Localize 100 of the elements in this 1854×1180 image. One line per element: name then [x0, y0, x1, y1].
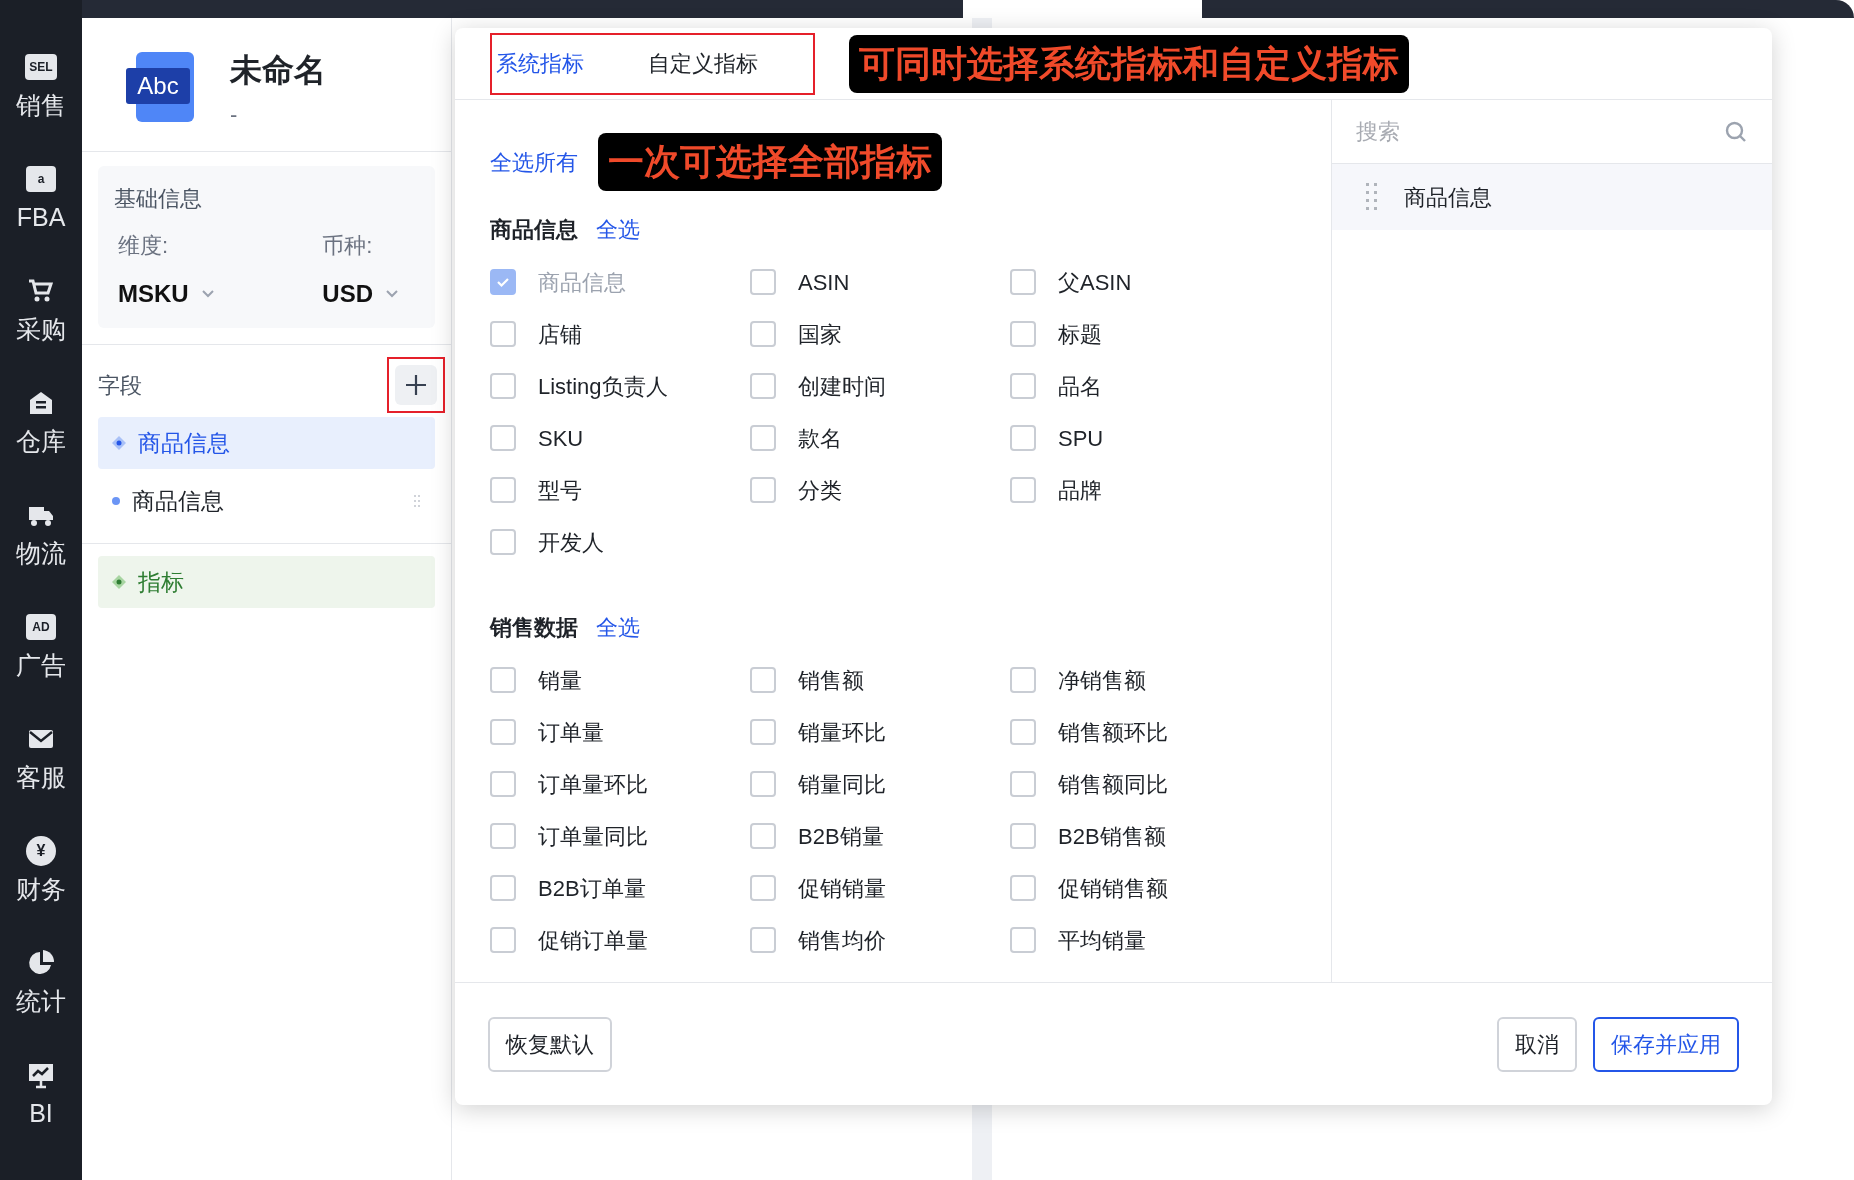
checkbox[interactable]	[750, 425, 776, 451]
checkbox[interactable]	[490, 719, 516, 745]
report-subtitle: -	[230, 101, 239, 129]
diamond-icon	[112, 575, 126, 589]
checkbox[interactable]	[750, 875, 776, 901]
drag-handle-icon[interactable]	[1366, 183, 1378, 211]
checkbox[interactable]	[1010, 269, 1036, 295]
checkbox[interactable]	[490, 425, 516, 451]
sidebar-item[interactable]: BI	[0, 1058, 82, 1144]
checkbox[interactable]	[490, 667, 516, 693]
checkbox[interactable]	[490, 823, 516, 849]
dot-icon	[112, 497, 120, 505]
option-label: 销售额同比	[1058, 770, 1168, 799]
checkbox[interactable]	[750, 719, 776, 745]
option-label: 促销销量	[798, 874, 886, 903]
metrics-item[interactable]: 指标	[98, 556, 435, 608]
sidebar-item[interactable]: 物流	[0, 498, 82, 584]
checkbox[interactable]	[490, 477, 516, 503]
checkbox[interactable]	[490, 373, 516, 399]
chevron-down-icon	[385, 289, 399, 299]
option-label: Listing负责人	[538, 372, 668, 401]
option-label: SPU	[1058, 424, 1104, 453]
checkbox[interactable]	[1010, 477, 1036, 503]
select-all-link[interactable]: 全选所有	[490, 145, 578, 179]
option-label: 订单量	[538, 718, 604, 747]
option-label: 开发人	[538, 528, 604, 557]
cancel-button[interactable]: 取消	[1497, 1016, 1577, 1072]
sidebar-item[interactable]: 客服	[0, 722, 82, 808]
checkbox[interactable]	[750, 823, 776, 849]
checkbox[interactable]	[1010, 927, 1036, 953]
checkbox[interactable]	[750, 927, 776, 953]
save-apply-button[interactable]: 保存并应用	[1593, 1016, 1739, 1072]
checkbox[interactable]	[1010, 373, 1036, 399]
group-title: 销售数据	[490, 613, 578, 642]
option-label: 平均销量	[1058, 926, 1146, 955]
checkbox[interactable]	[1010, 771, 1036, 797]
checkbox[interactable]	[490, 321, 516, 347]
tab[interactable]: 系统指标	[496, 47, 584, 80]
option-label: 国家	[798, 320, 842, 349]
checkbox[interactable]	[750, 373, 776, 399]
checkbox[interactable]	[490, 875, 516, 901]
option-label: 型号	[538, 476, 582, 505]
field-item[interactable]: 商品信息	[98, 475, 435, 527]
plus-icon	[404, 373, 428, 397]
field-item[interactable]: 商品信息	[98, 417, 435, 469]
sidebar-item[interactable]: 统计	[0, 946, 82, 1032]
select-all-link[interactable]: 全选	[596, 610, 640, 644]
report-title: 未命名	[230, 51, 326, 90]
option-label: 促销销售额	[1058, 874, 1168, 903]
option-label: 销售额环比	[1058, 718, 1168, 747]
option-label: 父ASIN	[1058, 268, 1132, 297]
dropdown[interactable]: MSKU	[118, 276, 215, 312]
checkbox[interactable]	[1010, 823, 1036, 849]
option-label: 创建时间	[798, 372, 886, 401]
option-label: 净销售额	[1058, 666, 1146, 695]
drag-handle-icon[interactable]	[413, 494, 421, 508]
add-button[interactable]	[395, 365, 437, 405]
sidebar-item[interactable]: 采购	[0, 274, 82, 360]
checkbox[interactable]	[1010, 321, 1036, 347]
checkbox[interactable]	[490, 771, 516, 797]
checkbox[interactable]	[490, 927, 516, 953]
dropdown[interactable]: USD	[322, 276, 399, 312]
select-all-link[interactable]: 全选	[596, 212, 640, 246]
option-label: 分类	[798, 476, 842, 505]
checkbox[interactable]	[750, 477, 776, 503]
group-title: 商品信息	[490, 215, 578, 244]
annotation-label: 一次可选择全部指标	[598, 133, 942, 191]
checkbox[interactable]	[750, 771, 776, 797]
sidebar-item[interactable]: AD 广告	[0, 610, 82, 696]
option-label: 销售均价	[798, 926, 886, 955]
search-icon	[1724, 119, 1748, 144]
search-field[interactable]: 搜索	[1356, 115, 1724, 148]
card-title: 基础信息	[114, 185, 203, 213]
option-label: 标题	[1058, 320, 1102, 349]
field-label: 维度:	[118, 232, 170, 260]
sidebar-item[interactable]: ¥ 财务	[0, 834, 82, 920]
diamond-icon	[112, 436, 126, 450]
option-label: 销量	[538, 666, 582, 695]
checkbox[interactable]	[1010, 425, 1036, 451]
checkbox[interactable]	[490, 529, 516, 555]
checkbox[interactable]	[1010, 667, 1036, 693]
option-label: 促销订单量	[538, 926, 648, 955]
checkbox[interactable]	[750, 321, 776, 347]
badge-icon: SEL	[25, 54, 57, 80]
sidebar-item[interactable]: SEL 销售	[0, 50, 82, 136]
option-label: SKU	[538, 424, 584, 453]
sidebar-item[interactable]: a FBA	[0, 162, 82, 248]
yen-icon: ¥	[26, 836, 56, 866]
tab[interactable]: 自定义指标	[648, 47, 758, 80]
checkbox[interactable]	[1010, 875, 1036, 901]
checkbox[interactable]	[750, 667, 776, 693]
sidebar-item[interactable]: 仓库	[0, 386, 82, 472]
annotation-label: 可同时选择系统指标和自定义指标	[849, 34, 1409, 93]
reset-button[interactable]: 恢复默认	[488, 1016, 612, 1072]
option-label: 销售额	[798, 666, 864, 695]
selected-item[interactable]: 商品信息	[1332, 164, 1772, 230]
field-label: 币种:	[322, 232, 374, 260]
checkbox[interactable]	[1010, 719, 1036, 745]
option-label: B2B销量	[798, 822, 884, 851]
checkbox[interactable]	[750, 269, 776, 295]
